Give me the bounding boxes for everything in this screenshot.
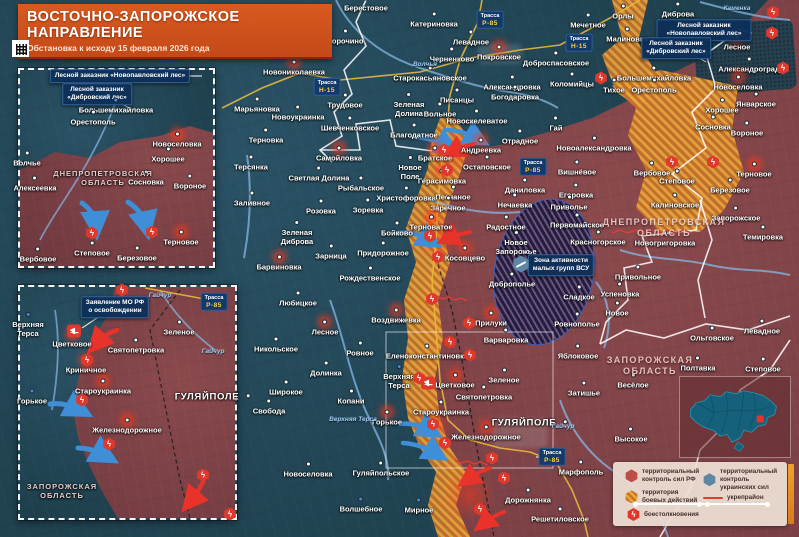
page-title: ВОСТОЧНО-ЗАПОРОЖСКОЕ НАПРАВЛЕНИЕ: [27, 9, 323, 41]
current-area-marker: [757, 416, 764, 423]
legend-label: укрепрайон: [727, 494, 764, 502]
urban-patch: [478, 44, 522, 64]
legend-item-ua: территориальный контроль украинских сил: [703, 468, 781, 492]
combat-glow: [413, 405, 453, 445]
legend-label: боестолкновения: [644, 511, 699, 519]
inset-map-gulyaipole: [18, 285, 237, 520]
ukraine-silhouette: [680, 377, 790, 457]
page-subtitle: Обстановка к исходу 15 февраля 2026 года: [27, 43, 323, 53]
title-banner: ВОСТОЧНО-ЗАПОРОЖСКОЕ НАПРАВЛЕНИЕ Обстано…: [18, 4, 332, 59]
map-canvas[interactable]: БерестовоеКатериновкаЛевадноеЧерненковоП…: [0, 0, 799, 537]
legend-item-clash: ϟ боестолкновения: [627, 508, 705, 521]
qr-code: [12, 40, 29, 57]
combat-glow: [413, 214, 461, 262]
legend-label: территориальный контроль украинских сил: [720, 468, 781, 492]
legend-swatch-ua: [703, 473, 716, 486]
legend-label: территориальный контроль сил РФ: [642, 468, 703, 484]
scale-bar: [635, 503, 768, 505]
ukraine-minimap: [679, 376, 791, 458]
legend-swatch-clash: ϟ: [627, 508, 640, 521]
combat-glow: [433, 128, 477, 172]
legend-item-rf: территориальный контроль сил РФ: [625, 468, 703, 484]
urban-patch: [492, 418, 548, 448]
legend-swatch-rf: [625, 469, 638, 482]
legend-accent-stripe: [788, 464, 794, 524]
legend-item-fort: укрепрайон: [703, 494, 781, 502]
legend-swatch-fort: [703, 497, 723, 499]
legend: территориальный контроль сил РФ территори…: [613, 462, 787, 526]
combat-glow: [444, 469, 496, 521]
inset-map-north: [18, 68, 215, 268]
